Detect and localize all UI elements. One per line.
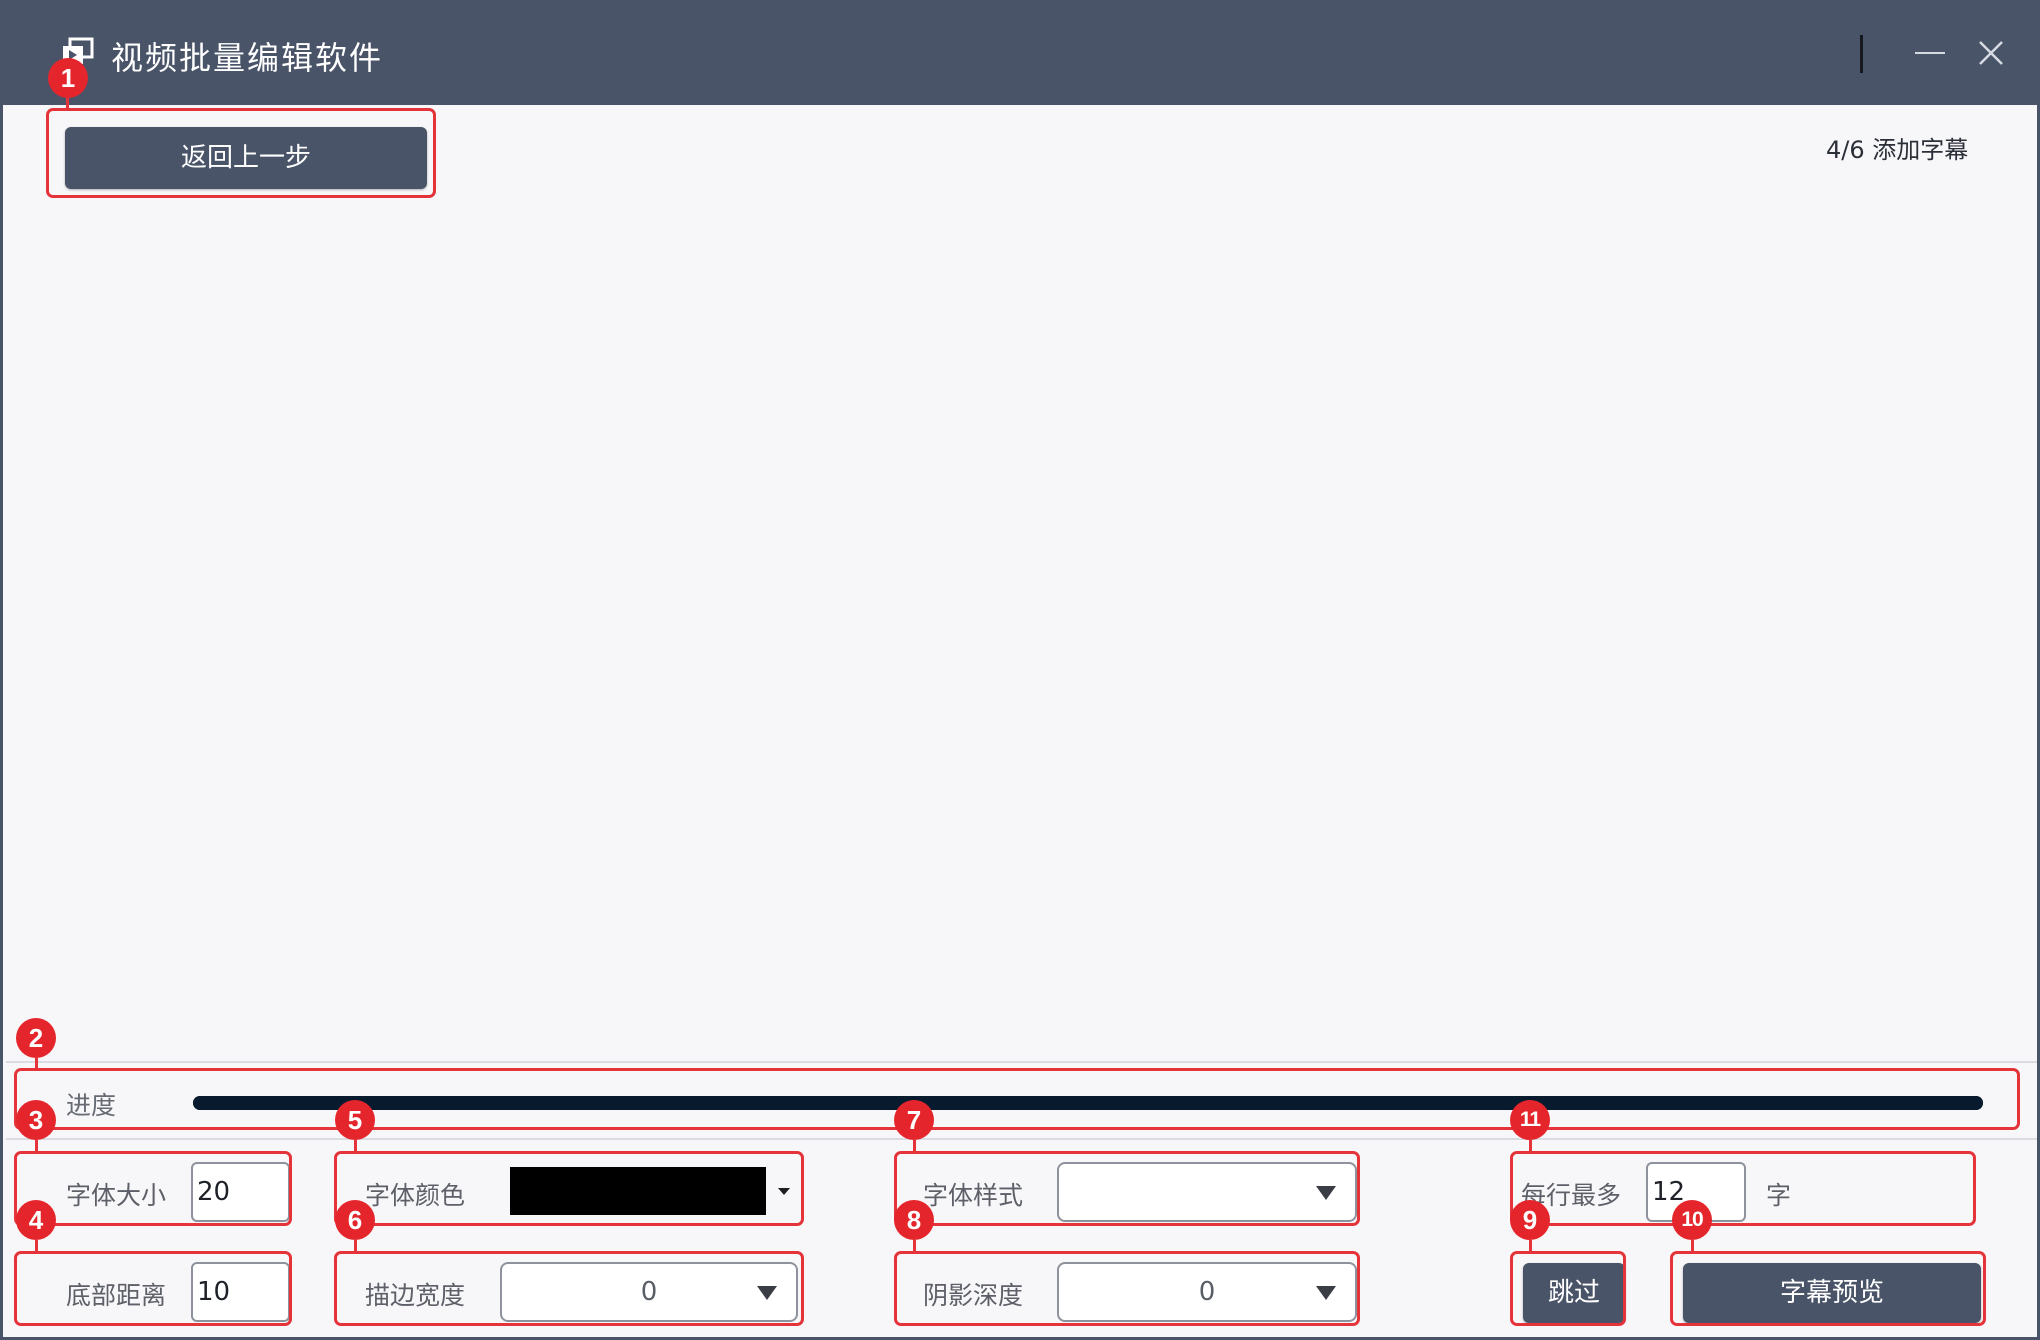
annotation-box-progress xyxy=(14,1068,2020,1130)
annotation-badge-9: 9 xyxy=(1510,1200,1550,1240)
annotation-stem xyxy=(1691,1240,1694,1253)
titlebar-divider xyxy=(1860,35,1863,73)
annotation-stem xyxy=(35,1240,38,1253)
window-title: 视频批量编辑软件 xyxy=(111,39,384,77)
annotation-box-max-per-line xyxy=(1510,1151,1976,1226)
annotation-box-back xyxy=(46,108,436,198)
annotation-stem xyxy=(913,1140,916,1153)
annotation-badge-7: 7 xyxy=(894,1100,934,1140)
annotation-stem xyxy=(354,1240,357,1253)
annotation-box-font-color xyxy=(334,1151,804,1226)
step-label: 4/6 添加字幕 xyxy=(1826,136,1969,164)
annotation-stem xyxy=(1529,1240,1532,1253)
annotation-stem xyxy=(1529,1140,1532,1153)
annotation-stem xyxy=(66,96,69,110)
close-icon[interactable] xyxy=(1975,37,2007,69)
annotation-box-font-style xyxy=(894,1151,1360,1226)
annotation-box-skip xyxy=(1510,1251,1626,1326)
annotation-badge-11: 11 xyxy=(1510,1100,1550,1140)
annotation-box-shadow-depth xyxy=(894,1251,1360,1326)
minimize-icon[interactable] xyxy=(1915,52,1945,54)
annotation-box-preview xyxy=(1670,1251,1986,1326)
annotation-stem xyxy=(35,1058,38,1070)
annotation-badge-4: 4 xyxy=(16,1200,56,1240)
annotation-badge-1: 1 xyxy=(48,58,88,98)
annotation-box-bottom-distance xyxy=(14,1251,292,1326)
annotation-badge-8: 8 xyxy=(894,1200,934,1240)
annotation-badge-3: 3 xyxy=(16,1100,56,1140)
annotation-badge-5: 5 xyxy=(335,1100,375,1140)
divider-top xyxy=(6,1061,2037,1063)
annotation-stem xyxy=(354,1140,357,1153)
annotation-box-font-size xyxy=(14,1151,292,1226)
annotation-badge-10: 10 xyxy=(1672,1200,1712,1240)
annotation-badge-2: 2 xyxy=(16,1018,56,1058)
app-window: 视频批量编辑软件 返回上一步 4/6 添加字幕 进度 字体大小 20 字体颜色 … xyxy=(0,0,2040,1340)
title-bar[interactable]: 视频批量编辑软件 xyxy=(3,3,2037,105)
annotation-stem xyxy=(913,1240,916,1253)
annotation-badge-6: 6 xyxy=(335,1200,375,1240)
divider-bottom xyxy=(6,1138,2037,1140)
annotation-box-stroke-width xyxy=(334,1251,804,1326)
annotation-stem xyxy=(35,1140,38,1153)
